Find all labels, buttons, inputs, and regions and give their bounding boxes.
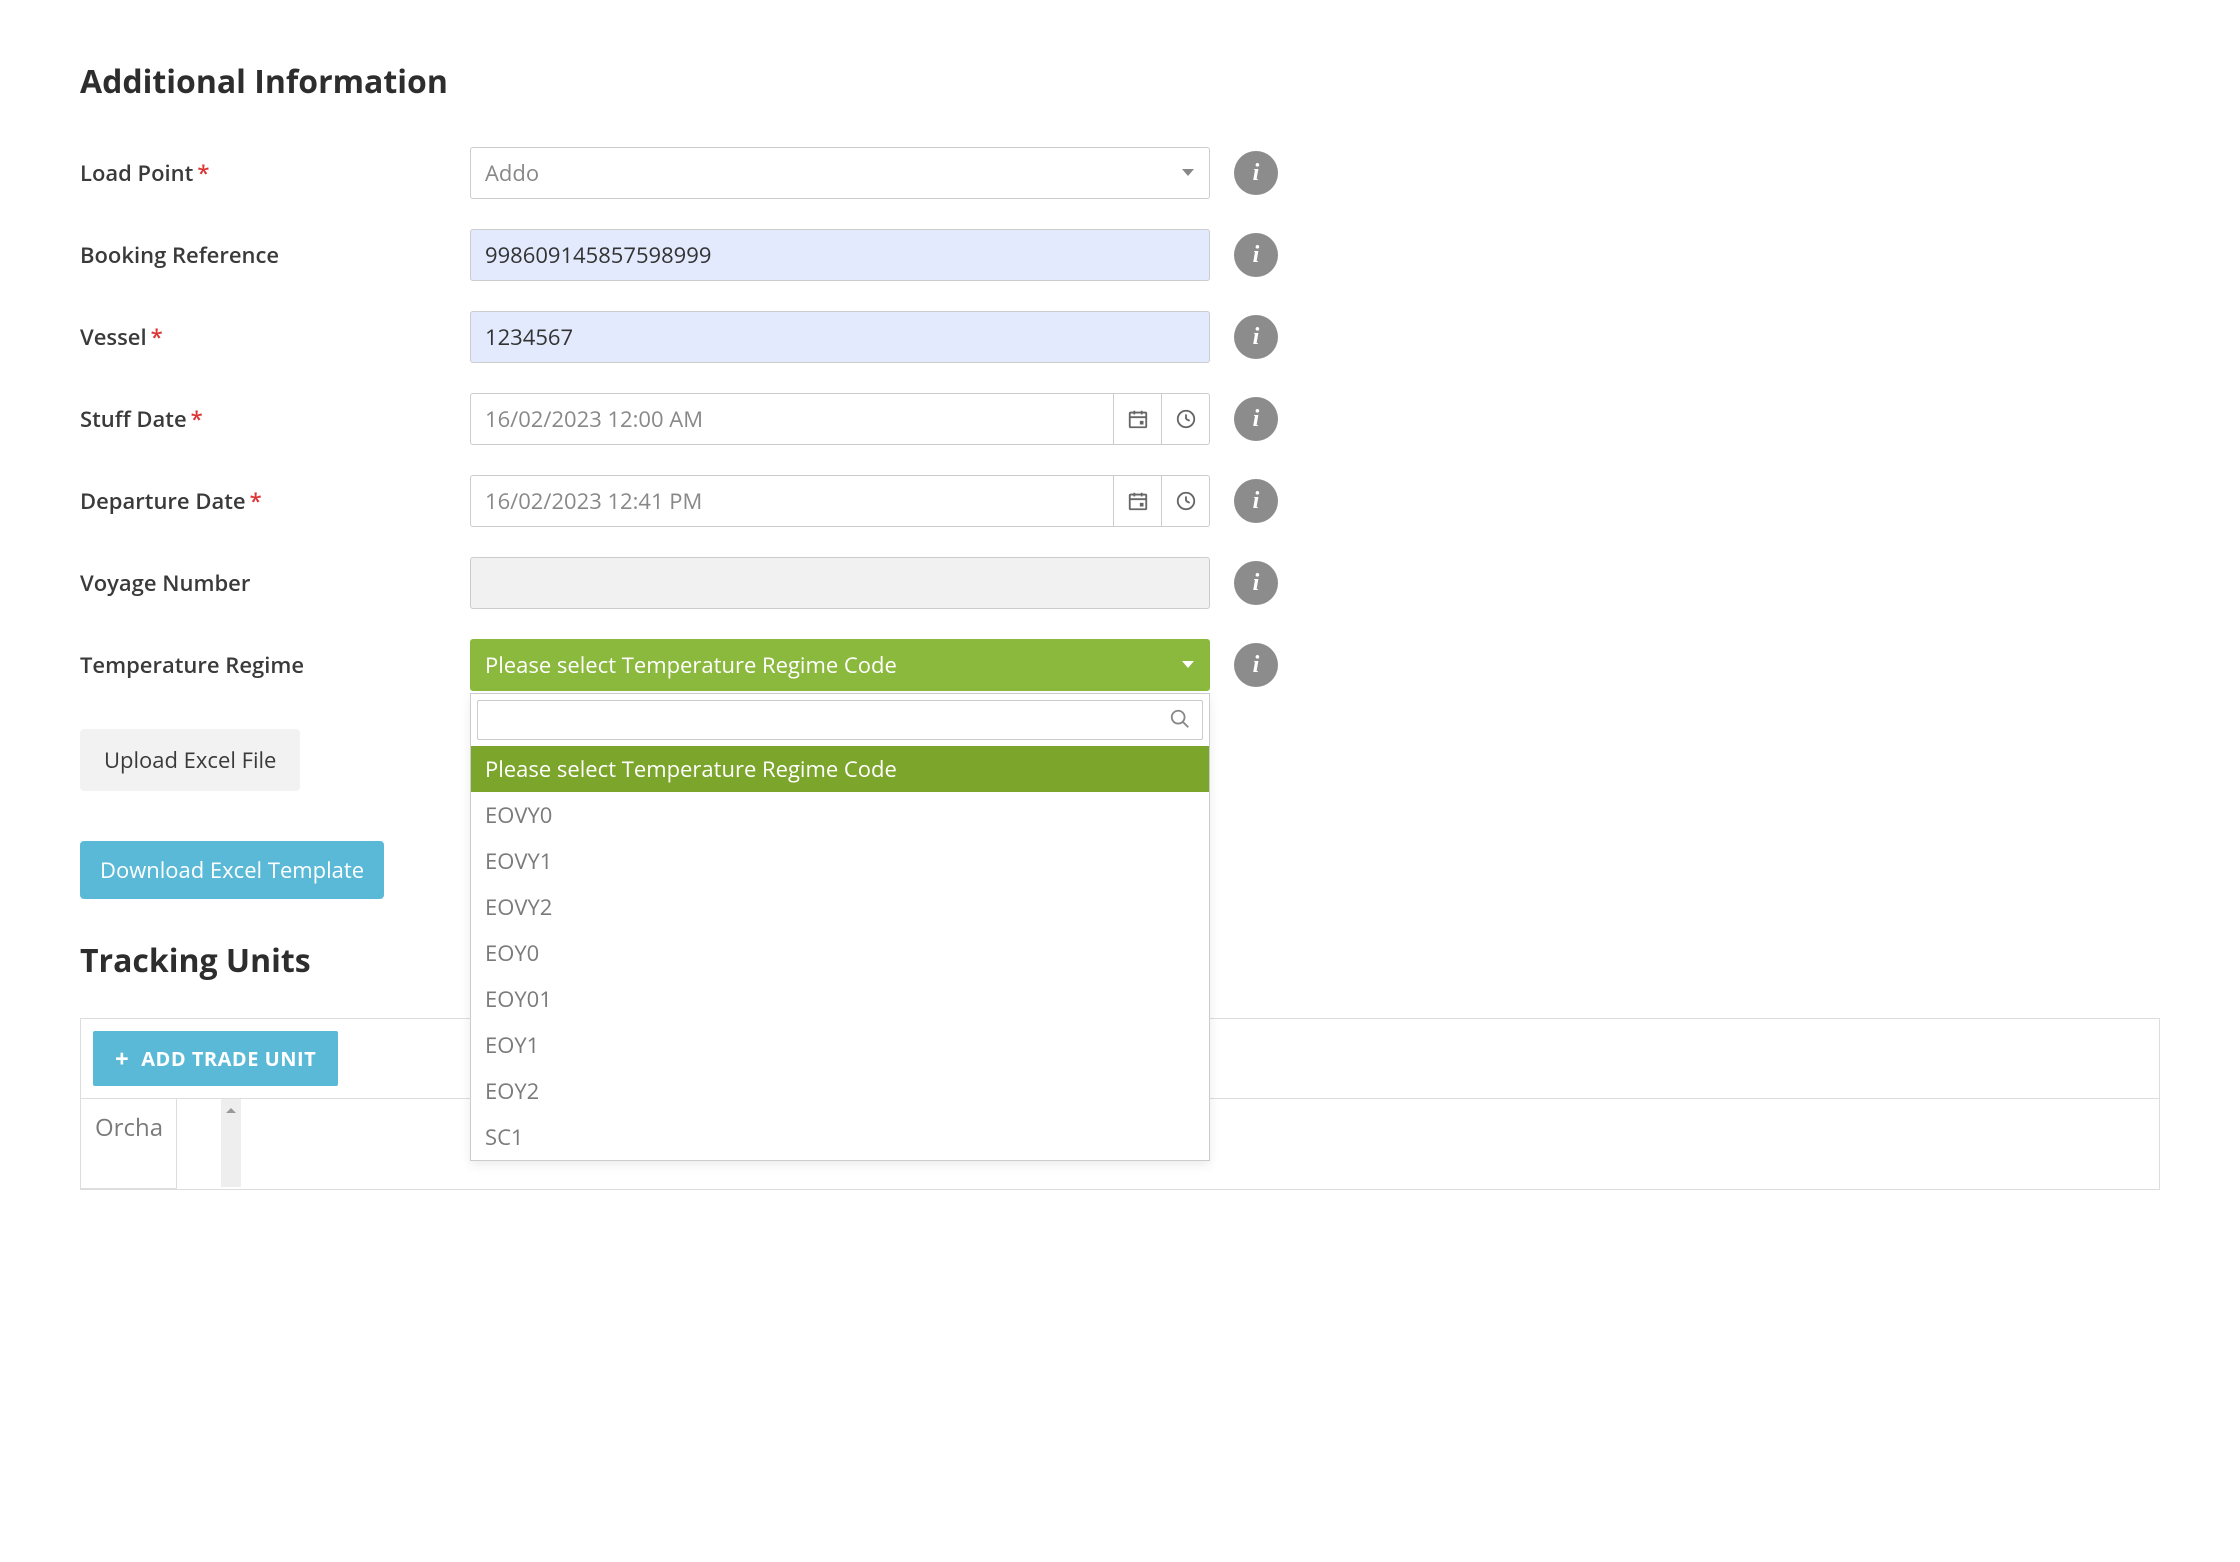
label-departure-date: Departure Date* [80, 486, 470, 516]
departure-date-input[interactable]: 16/02/2023 12:41 PM [470, 475, 1210, 527]
info-icon[interactable]: i [1234, 561, 1278, 605]
info-icon[interactable]: i [1234, 479, 1278, 523]
dropdown-option[interactable]: EOVY0 [471, 792, 1209, 838]
info-icon[interactable]: i [1234, 151, 1278, 195]
row-booking-ref: Booking Reference 998609145857598999 i [80, 229, 2160, 281]
plus-icon: + [115, 1047, 129, 1071]
chevron-down-icon [1181, 660, 1195, 670]
calendar-icon[interactable] [1113, 394, 1161, 444]
booking-ref-input[interactable]: 998609145857598999 [470, 229, 1210, 281]
download-template-button[interactable]: Download Excel Template [80, 841, 384, 899]
temp-regime-placeholder: Please select Temperature Regime Code [485, 650, 897, 680]
row-voyage-number: Voyage Number i [80, 557, 2160, 609]
label-temp-regime: Temperature Regime [80, 650, 470, 680]
dropdown-option[interactable]: EOY0 [471, 930, 1209, 976]
temp-regime-dropdown: Please select Temperature Regime CodeEOV… [470, 693, 1210, 1161]
dropdown-option[interactable]: EOY01 [471, 976, 1209, 1022]
dropdown-option[interactable]: EOVY1 [471, 838, 1209, 884]
section-title: Additional Information [80, 60, 2160, 103]
row-stuff-date: Stuff Date* 16/02/2023 12:00 AM i [80, 393, 2160, 445]
row-temp-regime: Temperature Regime Please select Tempera… [80, 639, 2160, 691]
add-trade-unit-label: ADD TRADE UNIT [141, 1045, 316, 1072]
dropdown-search-input[interactable] [477, 700, 1203, 740]
stuff-date-value: 16/02/2023 12:00 AM [485, 404, 1113, 434]
table-column-header: Orcha [81, 1099, 177, 1189]
upload-excel-button[interactable]: Upload Excel File [80, 729, 300, 791]
row-vessel: Vessel* 1234567 i [80, 311, 2160, 363]
vessel-input[interactable]: 1234567 [470, 311, 1210, 363]
label-voyage-number: Voyage Number [80, 568, 470, 598]
label-stuff-date: Stuff Date* [80, 404, 470, 434]
row-load-point: Load Point* Addo i [80, 147, 2160, 199]
booking-ref-value: 998609145857598999 [485, 240, 711, 270]
departure-date-value: 16/02/2023 12:41 PM [485, 486, 1113, 516]
info-icon[interactable]: i [1234, 315, 1278, 359]
dropdown-option[interactable]: SC1 [471, 1114, 1209, 1160]
load-point-value: Addo [485, 158, 539, 188]
clock-icon[interactable] [1161, 476, 1209, 526]
add-trade-unit-button[interactable]: + ADD TRADE UNIT [93, 1031, 338, 1086]
info-icon[interactable]: i [1234, 233, 1278, 277]
clock-icon[interactable] [1161, 394, 1209, 444]
label-booking-ref: Booking Reference [80, 240, 470, 270]
calendar-icon[interactable] [1113, 476, 1161, 526]
temp-regime-select[interactable]: Please select Temperature Regime Code [470, 639, 1210, 691]
stuff-date-input[interactable]: 16/02/2023 12:00 AM [470, 393, 1210, 445]
search-icon [1169, 708, 1191, 730]
load-point-select[interactable]: Addo [470, 147, 1210, 199]
info-icon[interactable]: i [1234, 643, 1278, 687]
vessel-value: 1234567 [485, 322, 573, 352]
dropdown-option[interactable]: Please select Temperature Regime Code [471, 746, 1209, 792]
scroll-up-icon[interactable] [221, 1099, 241, 1187]
dropdown-option[interactable]: EOY1 [471, 1022, 1209, 1068]
label-load-point: Load Point* [80, 158, 470, 188]
label-vessel: Vessel* [80, 322, 470, 352]
dropdown-option[interactable]: EOY2 [471, 1068, 1209, 1114]
row-departure-date: Departure Date* 16/02/2023 12:41 PM i [80, 475, 2160, 527]
dropdown-option[interactable]: EOVY2 [471, 884, 1209, 930]
info-icon[interactable]: i [1234, 397, 1278, 441]
chevron-down-icon [1181, 168, 1195, 178]
voyage-number-input[interactable] [470, 557, 1210, 609]
